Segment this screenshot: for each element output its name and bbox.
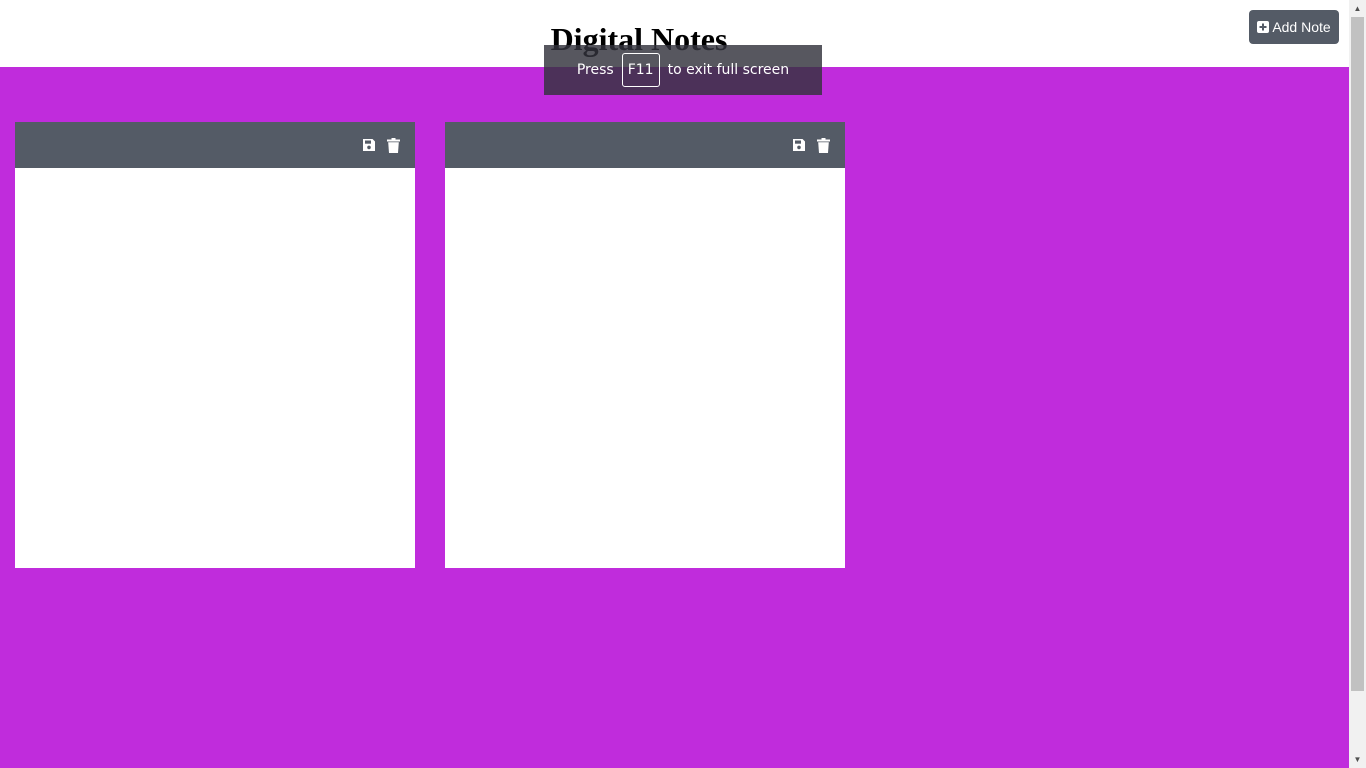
add-note-label: Add Note [1272,19,1331,35]
save-icon[interactable] [361,136,377,154]
save-icon[interactable] [791,136,807,154]
fullscreen-notice-prefix: Press [576,62,614,78]
note-textarea[interactable] [445,168,845,568]
note-toolbar [15,122,415,168]
note-toolbar [445,122,845,168]
plus-square-icon [1257,21,1270,33]
fullscreen-notice-key: F11 [621,53,660,87]
note-card [15,122,415,568]
fullscreen-notice: Press F11 to exit full screen [544,45,822,95]
notes-container [0,67,1349,768]
app-viewport: Digital Notes Add Note Press F11 to exit… [0,0,1349,768]
scroll-down-arrow-icon[interactable]: ▼ [1349,751,1366,768]
fullscreen-notice-suffix: to exit full screen [667,62,790,78]
note-card [445,122,845,568]
scrollbar-thumb[interactable] [1351,17,1364,691]
trash-icon[interactable] [385,136,401,154]
note-textarea[interactable] [15,168,415,568]
add-note-button[interactable]: Add Note [1249,10,1339,44]
scroll-up-arrow-icon[interactable]: ▲ [1349,0,1366,17]
trash-icon[interactable] [815,136,831,154]
vertical-scrollbar[interactable]: ▲ ▼ [1349,0,1366,768]
